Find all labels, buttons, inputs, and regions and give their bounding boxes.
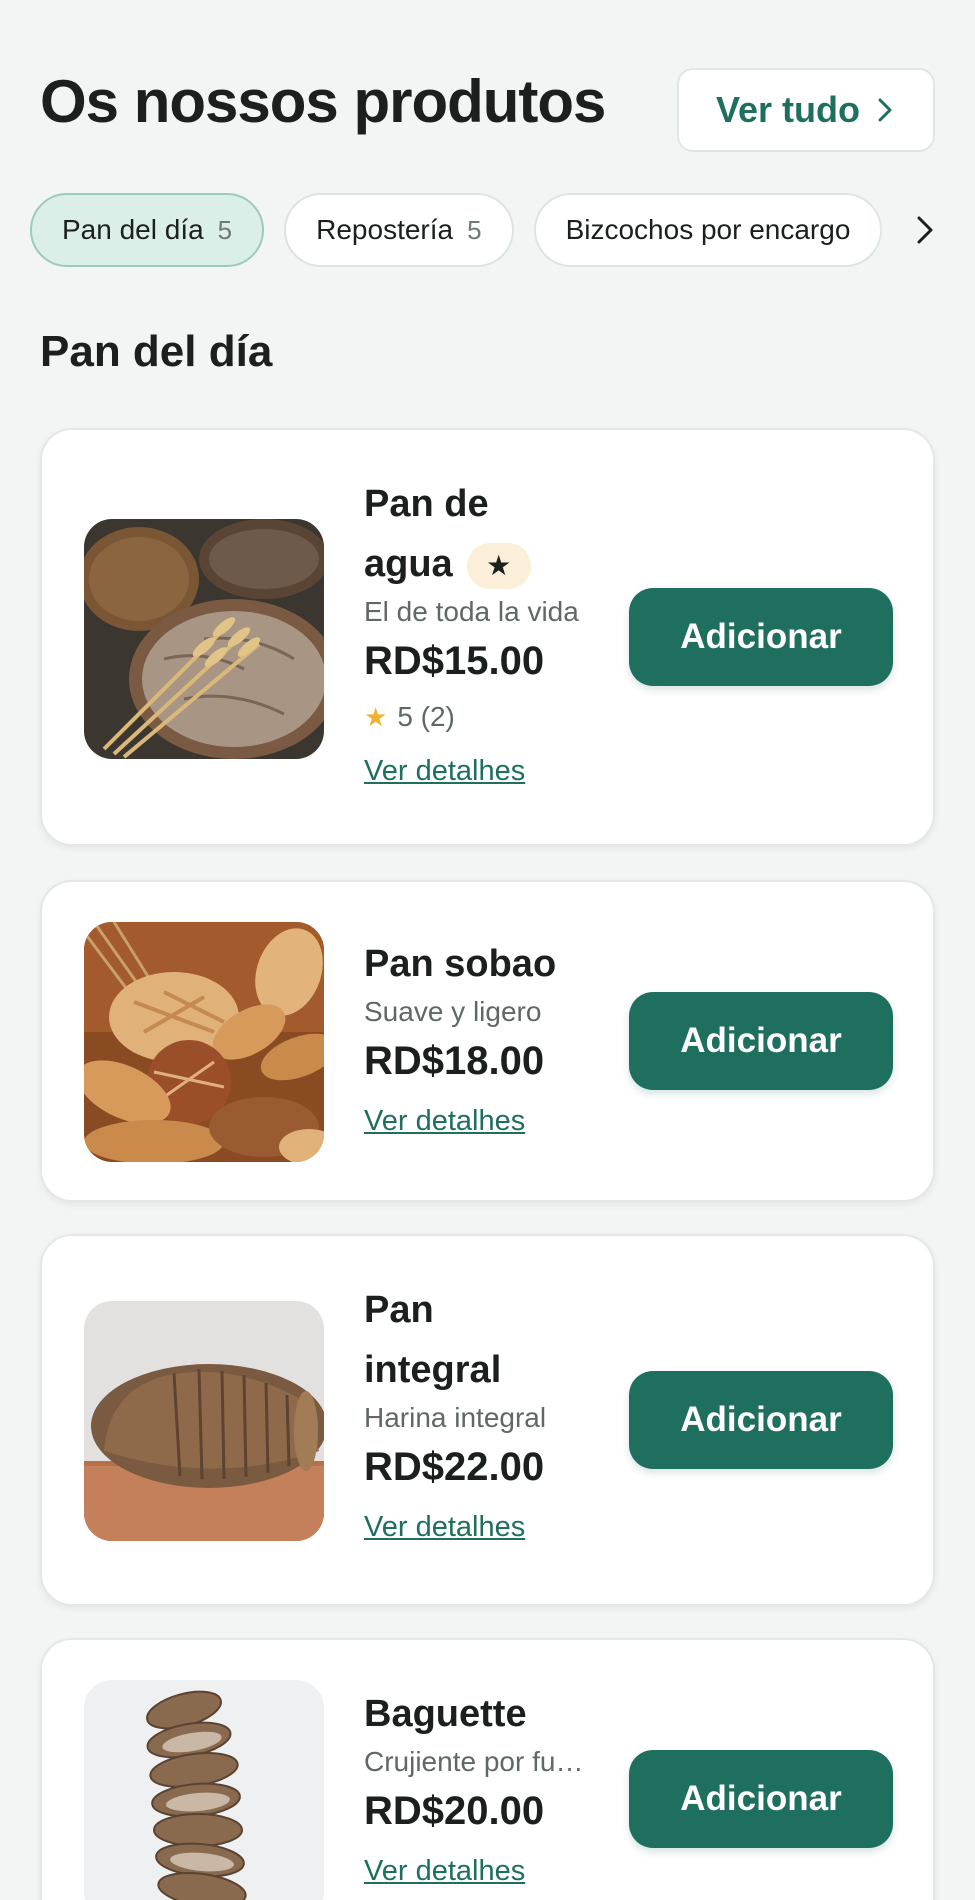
details-link[interactable]: Ver detalhes (364, 1498, 525, 1556)
rating-text: 5 (2) (397, 701, 455, 732)
chevron-right-icon[interactable] (913, 213, 937, 247)
product-card: Pan integral Harina integral RD$22.00 Ve… (40, 1234, 935, 1606)
product-name: Pan de (364, 483, 489, 525)
bread-image (84, 922, 324, 1162)
product-name: Pan (364, 1289, 434, 1331)
add-button[interactable]: Adicionar (629, 1371, 893, 1469)
product-description: Crujiente por fuera (364, 1746, 594, 1777)
product-name-line2: agua ★ (364, 534, 604, 594)
view-all-button[interactable]: Ver tudo (677, 68, 935, 152)
bread-image (84, 1680, 324, 1900)
bread-image (84, 1301, 324, 1541)
product-image-pan-integral[interactable] (84, 1301, 324, 1541)
chip-label: Pan del día (62, 214, 204, 245)
chip-count: 5 (467, 214, 482, 245)
chevron-right-icon (878, 98, 892, 122)
category-chips: Pan del día 5 Repostería 5 Bizcochos por… (30, 193, 975, 267)
chip-label: Bizcochos por encargo (565, 214, 851, 245)
chip-count: 5 (217, 214, 233, 245)
add-button[interactable]: Adicionar (629, 1750, 893, 1848)
products-page: Os nossos produtos Ver tudo Pan del día … (0, 0, 975, 1900)
add-button[interactable]: Adicionar (629, 588, 893, 686)
details-link[interactable]: Ver detalhes (364, 1092, 525, 1150)
chip-label: Repostería (316, 214, 454, 245)
product-rating: ★ 5 (2) (364, 692, 604, 742)
page-title: Os nossos produtos (40, 68, 606, 135)
product-info: Baguette Crujiente por fuera RD$20.00 Ve… (364, 1684, 604, 1900)
product-price: RD$18.00 (364, 1039, 545, 1083)
chip-pan-del-dia[interactable]: Pan del día 5 (30, 193, 265, 267)
product-image-pan-de-agua[interactable] (84, 519, 324, 759)
chip-bizcochos[interactable]: Bizcochos por encargo (533, 193, 883, 267)
product-description: El de toda la vida (364, 596, 579, 627)
bread-image (84, 519, 324, 759)
header: Os nossos produtos Ver tudo (40, 68, 935, 154)
view-all-label: Ver tudo (715, 89, 861, 130)
product-name: Baguette (364, 1693, 527, 1735)
details-link[interactable]: Ver detalhes (364, 1842, 525, 1900)
product-info: Pan de agua ★ El de toda la vida RD$15.00… (364, 474, 604, 800)
product-image-baguette[interactable] (84, 1680, 324, 1900)
add-button[interactable]: Adicionar (629, 992, 893, 1090)
star-icon: ★ (364, 702, 388, 732)
product-image-pan-sobao[interactable] (84, 922, 324, 1162)
chip-reposteria[interactable]: Repostería 5 (284, 193, 514, 267)
product-price: RD$15.00 (364, 639, 545, 683)
product-card: Pan de agua ★ El de toda la vida RD$15.00… (40, 428, 935, 846)
product-name-line2: integral (364, 1349, 502, 1391)
product-card: Pan sobao Suave y ligero RD$18.00 Ver de… (40, 880, 935, 1202)
section-title: Pan del día (40, 327, 273, 376)
product-info: Pan integral Harina integral RD$22.00 Ve… (364, 1280, 604, 1556)
product-card: Baguette Crujiente por fuera RD$20.00 Ve… (40, 1638, 935, 1900)
star-icon: ★ (466, 542, 531, 589)
product-description: Suave y ligero (364, 996, 542, 1027)
product-name: Pan sobao (364, 943, 557, 985)
product-description: Harina integral (364, 1402, 547, 1433)
product-price: RD$22.00 (364, 1445, 545, 1489)
product-price: RD$20.00 (364, 1789, 545, 1833)
details-link[interactable]: Ver detalhes (364, 742, 525, 800)
product-info: Pan sobao Suave y ligero RD$18.00 Ver de… (364, 934, 604, 1150)
